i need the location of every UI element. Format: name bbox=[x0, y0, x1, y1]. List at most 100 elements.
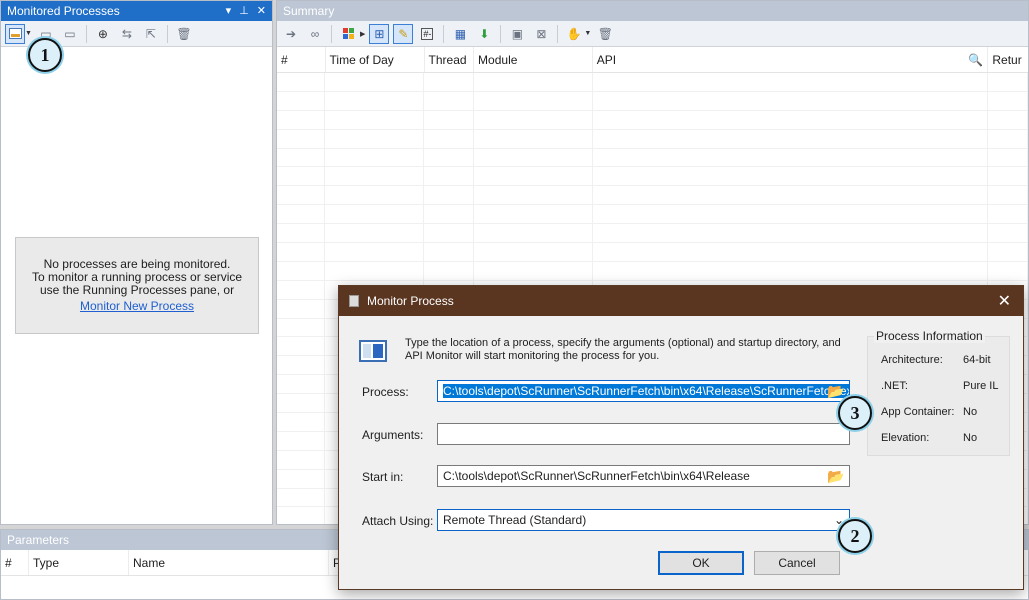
callout-2: 2 bbox=[838, 519, 872, 553]
table-cell bbox=[424, 205, 474, 224]
info-net-value: Pure IL bbox=[963, 380, 999, 392]
table-cell bbox=[474, 261, 593, 280]
start-in-value: C:\tools\depot\ScRunner\ScRunnerFetch\bi… bbox=[443, 469, 750, 483]
table-cell bbox=[424, 110, 474, 129]
table-cell bbox=[277, 261, 326, 280]
ok-button[interactable]: OK bbox=[658, 551, 744, 575]
table-cell bbox=[474, 148, 593, 167]
table-cell bbox=[277, 299, 326, 318]
binoculars-icon: ∞ bbox=[310, 26, 320, 41]
table-cell bbox=[593, 167, 989, 186]
table-row bbox=[277, 73, 1028, 92]
table-cell bbox=[424, 73, 474, 91]
close-icon[interactable]: ✕ bbox=[998, 291, 1011, 311]
toolbar-separator bbox=[443, 24, 445, 43]
param-col-type[interactable]: Type bbox=[29, 550, 129, 575]
table-cell bbox=[474, 110, 593, 129]
col-number[interactable]: # bbox=[277, 47, 326, 72]
toolbar-separator bbox=[166, 24, 168, 43]
info-elevation-key: Elevation: bbox=[881, 432, 930, 444]
callout-1: 1 bbox=[28, 38, 62, 72]
toolbar-separator bbox=[557, 24, 559, 43]
table-cell bbox=[277, 148, 326, 167]
table-cell bbox=[325, 73, 425, 91]
hand-button[interactable]: ✋ bbox=[564, 24, 584, 44]
table-cell bbox=[325, 129, 425, 148]
table-cell bbox=[424, 91, 474, 110]
dialog-description: Type the location of a process, specify … bbox=[405, 337, 841, 362]
table-row bbox=[277, 205, 1028, 225]
table-cell bbox=[593, 205, 989, 224]
cancel-button[interactable]: Cancel bbox=[754, 551, 840, 575]
hex-button[interactable]: #- bbox=[417, 24, 437, 44]
delete-button[interactable]: 🗑 bbox=[174, 24, 194, 44]
trash-icon: 🗑 bbox=[597, 26, 613, 41]
table-cell bbox=[988, 91, 1028, 110]
info-architecture-value: 64-bit bbox=[963, 354, 991, 366]
toolbar-button-a[interactable]: ▣ bbox=[507, 24, 527, 44]
col-module[interactable]: Module bbox=[474, 47, 593, 72]
browse-directory-icon[interactable]: 📂 bbox=[827, 468, 844, 485]
toolbar-button-b[interactable]: ⊠ bbox=[531, 24, 551, 44]
pin-icon[interactable]: ⊥ bbox=[239, 3, 249, 19]
col-api[interactable]: API 🔍 bbox=[593, 47, 989, 72]
col-return[interactable]: Retur bbox=[988, 47, 1028, 72]
highlight-icon: ✎ bbox=[398, 26, 409, 41]
detach-button[interactable]: ⇱ bbox=[141, 24, 161, 44]
process-input[interactable]: C:\tools\depot\ScRunner\ScRunnerFetch\bi… bbox=[437, 380, 850, 402]
attach-button[interactable]: ⇆ bbox=[117, 24, 137, 44]
table-cell bbox=[325, 148, 425, 167]
goto-button[interactable]: ➔ bbox=[281, 24, 301, 44]
table-cell bbox=[277, 167, 326, 186]
table-cell bbox=[474, 167, 593, 186]
empty-line-3: use the Running Processes pane, or bbox=[39, 283, 235, 297]
dropdown-icon[interactable]: ▾ bbox=[226, 3, 232, 19]
dropdown-arrow-icon[interactable]: ▶ bbox=[360, 30, 365, 38]
callout-3: 3 bbox=[838, 396, 872, 430]
highlight-button[interactable]: ✎ bbox=[393, 23, 414, 44]
table-cell bbox=[277, 507, 326, 524]
start-in-input[interactable]: C:\tools\depot\ScRunner\ScRunnerFetch\bi… bbox=[437, 465, 850, 487]
close-icon[interactable]: ✕ bbox=[257, 3, 266, 19]
table-cell bbox=[593, 148, 989, 167]
pane-title-text: Monitored Processes bbox=[7, 4, 120, 18]
table-cell bbox=[593, 243, 989, 261]
parameters-title-text: Parameters bbox=[7, 533, 70, 547]
attach-icon: ⇆ bbox=[121, 26, 132, 41]
crosshair-icon: ⊕ bbox=[97, 26, 108, 41]
tree-view-button[interactable]: ⊞ bbox=[369, 23, 390, 44]
export-button[interactable]: ⬇ bbox=[474, 24, 494, 44]
table-cell bbox=[277, 488, 326, 507]
browse-folder-icon[interactable]: 📂 bbox=[827, 383, 844, 400]
table-cell bbox=[474, 224, 593, 243]
table-cell bbox=[424, 129, 474, 148]
param-col-number[interactable]: # bbox=[1, 550, 29, 575]
info-architecture-key: Architecture: bbox=[881, 354, 943, 366]
color-grid-icon bbox=[342, 28, 354, 39]
columns-button[interactable]: ▦ bbox=[450, 24, 470, 44]
colors-button[interactable] bbox=[338, 24, 358, 44]
table-cell bbox=[424, 167, 474, 186]
col-thread[interactable]: Thread bbox=[425, 47, 475, 72]
search-icon[interactable]: 🔍 bbox=[968, 53, 983, 67]
table-cell bbox=[325, 261, 425, 280]
table-cell bbox=[474, 205, 593, 224]
table-cell bbox=[593, 91, 989, 110]
table-cell bbox=[277, 91, 326, 110]
find-button[interactable]: ∞ bbox=[305, 24, 325, 44]
hook-button[interactable]: ⊕ bbox=[93, 24, 113, 44]
monitor-new-process-link[interactable]: Monitor New Process bbox=[16, 300, 258, 313]
param-col-name[interactable]: Name bbox=[129, 550, 329, 575]
arguments-input[interactable] bbox=[437, 423, 850, 445]
toolbar-button-3[interactable]: ▭ bbox=[60, 24, 80, 44]
col-time[interactable]: Time of Day bbox=[326, 47, 425, 72]
dropdown-arrow-icon[interactable]: ▼ bbox=[25, 30, 32, 37]
dropdown-arrow-icon[interactable]: ▼ bbox=[584, 30, 591, 37]
monitor-window-icon bbox=[359, 340, 387, 362]
monitor-new-process-button[interactable] bbox=[5, 23, 25, 44]
table-cell bbox=[424, 186, 474, 205]
table-cell bbox=[277, 394, 326, 413]
attach-select[interactable]: Remote Thread (Standard) ⌄ bbox=[437, 509, 850, 531]
delete-summary-button[interactable]: 🗑 bbox=[595, 24, 615, 44]
table-cell bbox=[277, 73, 326, 91]
